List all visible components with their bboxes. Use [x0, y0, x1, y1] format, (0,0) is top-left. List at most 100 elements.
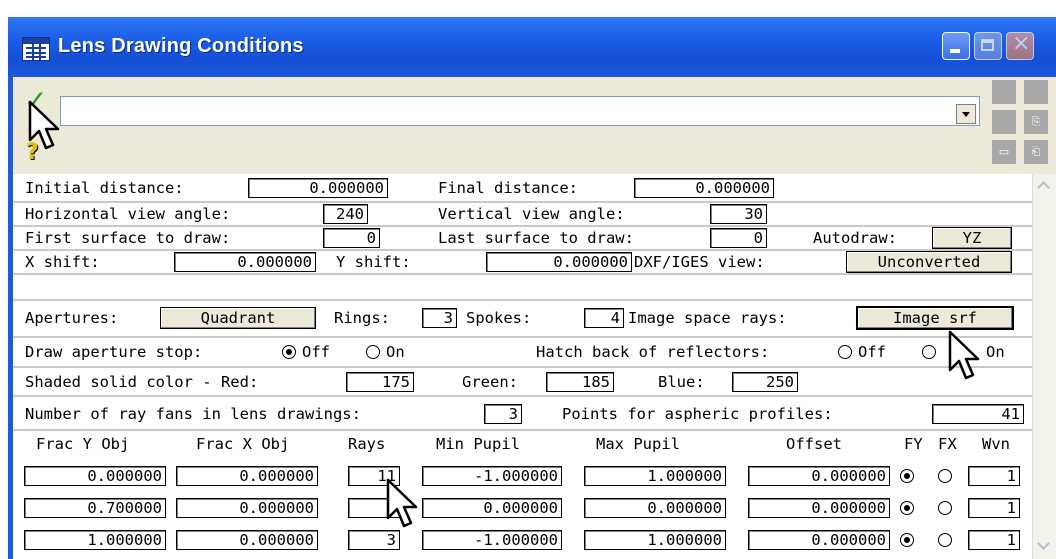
ray-fans-field[interactable]: 3 [484, 404, 522, 424]
hatch-off-radio[interactable] [838, 345, 852, 359]
title-bar[interactable]: Lens Drawing Conditions × [8, 17, 1056, 77]
maximize-button[interactable] [974, 32, 1002, 60]
row3-frac-y-obj[interactable]: 1.000000 [24, 530, 166, 550]
paste-icon[interactable]: ⎗ [1024, 140, 1048, 164]
hatch-reflectors-label: Hatch back of reflectors: [536, 343, 770, 361]
row3-min-pupil[interactable]: -1.000000 [422, 530, 562, 550]
toolbar-tile[interactable] [992, 110, 1016, 134]
maximize-icon [981, 39, 994, 51]
y-shift-field[interactable]: 0.000000 [486, 252, 632, 272]
apertures-button[interactable]: Quadrant [160, 307, 316, 329]
vertical-scrollbar[interactable] [1032, 174, 1056, 559]
row-separator [13, 225, 1032, 227]
toolbar-tile[interactable] [1024, 80, 1048, 104]
chevron-down-icon[interactable] [1034, 537, 1054, 555]
row3-max-pupil[interactable]: 1.000000 [584, 530, 726, 550]
dxf-iges-view-button[interactable]: Unconverted [846, 251, 1012, 273]
horizontal-view-angle-field[interactable]: 240 [323, 204, 368, 224]
row2-frac-y-obj[interactable]: 0.700000 [24, 498, 166, 518]
last-surface-field[interactable]: 0 [710, 228, 767, 248]
row3-fx-radio[interactable] [938, 533, 952, 547]
close-button[interactable]: × [1006, 31, 1034, 60]
row3-rays[interactable]: 3 [348, 530, 400, 550]
row1-min-pupil[interactable]: -1.000000 [422, 466, 562, 486]
header-rays: Rays [348, 435, 386, 453]
header-fy: FY [904, 435, 923, 453]
header-fx: FX [938, 435, 957, 453]
mouse-cursor-icon [386, 478, 420, 530]
row1-fx-radio[interactable] [938, 469, 952, 483]
aperture-stop-off-radio[interactable] [282, 345, 296, 359]
first-surface-label: First surface to draw: [25, 229, 231, 247]
mouse-cursor-icon [28, 100, 62, 152]
horizontal-view-angle-label: Horizontal view angle: [25, 205, 231, 223]
row3-offset[interactable]: 0.000000 [748, 530, 890, 550]
row2-fy-radio[interactable] [900, 501, 914, 515]
row1-offset[interactable]: 0.000000 [748, 466, 890, 486]
row-separator [13, 201, 1032, 203]
row2-wvn[interactable]: 1 [968, 498, 1020, 518]
row-separator [13, 429, 1032, 431]
x-shift-field[interactable]: 0.000000 [174, 252, 316, 272]
aspheric-points-label: Points for aspheric profiles: [562, 405, 833, 423]
command-input[interactable] [60, 96, 980, 126]
header-frac-y-obj: Frac Y Obj [36, 435, 130, 453]
apertures-label: Apertures: [25, 309, 119, 327]
ray-fans-label: Number of ray fans in lens drawings: [25, 405, 361, 423]
row3-frac-x-obj[interactable]: 0.000000 [176, 530, 318, 550]
hatch-off-label: Off [858, 343, 886, 361]
vertical-view-angle-label: Vertical view angle: [438, 205, 625, 223]
vertical-view-angle-field[interactable]: 30 [710, 204, 767, 224]
red-field[interactable]: 175 [346, 372, 414, 392]
row1-frac-y-obj[interactable]: 0.000000 [24, 466, 166, 486]
first-surface-field[interactable]: 0 [323, 228, 380, 248]
row2-min-pupil[interactable]: 0.000000 [422, 498, 562, 518]
chevron-up-icon[interactable] [1034, 178, 1054, 196]
minimize-button[interactable] [942, 32, 970, 60]
mouse-cursor-icon [948, 330, 982, 382]
row2-offset[interactable]: 0.000000 [748, 498, 890, 518]
header-wvn: Wvn [982, 435, 1010, 453]
toolbar-tile[interactable] [992, 80, 1016, 104]
image-space-rays-label: Image space rays: [628, 309, 787, 327]
spokes-field[interactable]: 4 [584, 308, 624, 328]
aspheric-points-field[interactable]: 41 [932, 404, 1024, 424]
autodraw-button[interactable]: YZ [932, 227, 1012, 249]
row1-max-pupil[interactable]: 1.000000 [584, 466, 726, 486]
row2-fx-radio[interactable] [938, 501, 952, 515]
window-title: Lens Drawing Conditions [58, 35, 304, 57]
image-space-rays-button[interactable]: Image srf [856, 306, 1014, 330]
row1-fy-radio[interactable] [900, 469, 914, 483]
hatch-on-radio[interactable] [922, 345, 936, 359]
last-surface-label: Last surface to draw: [438, 229, 634, 247]
keyboard-icon[interactable]: ▭ [992, 140, 1016, 164]
aperture-stop-off-label: Off [302, 343, 330, 361]
blue-field[interactable]: 250 [732, 372, 798, 392]
copy-icon[interactable]: ⎘ [1024, 110, 1048, 134]
row-separator [13, 366, 1032, 368]
header-min-pupil: Min Pupil [436, 435, 520, 453]
final-distance-field[interactable]: 0.000000 [634, 178, 774, 198]
row3-wvn[interactable]: 1 [968, 530, 1020, 550]
hatch-on-label: On [986, 343, 1005, 361]
initial-distance-label: Initial distance: [25, 179, 184, 197]
green-field[interactable]: 185 [546, 372, 614, 392]
shaded-red-label: Shaded solid color - Red: [25, 373, 259, 391]
draw-aperture-stop-label: Draw aperture stop: [25, 343, 203, 361]
dxf-iges-view-label: DXF/IGES view: [634, 253, 765, 271]
row2-frac-x-obj[interactable]: 0.000000 [176, 498, 318, 518]
header-offset: Offset [786, 435, 842, 453]
row1-wvn[interactable]: 1 [968, 466, 1020, 486]
rings-field[interactable]: 3 [422, 308, 457, 328]
green-label: Green: [462, 373, 518, 391]
row2-max-pupil[interactable]: 0.000000 [584, 498, 726, 518]
initial-distance-field[interactable]: 0.000000 [248, 178, 388, 198]
chevron-down-icon[interactable] [956, 104, 976, 124]
autodraw-label: Autodraw: [813, 229, 897, 247]
row-separator [13, 336, 1032, 338]
aperture-stop-on-radio[interactable] [366, 345, 380, 359]
row1-frac-x-obj[interactable]: 0.000000 [176, 466, 318, 486]
row3-fy-radio[interactable] [900, 533, 914, 547]
rings-label: Rings: [334, 309, 390, 327]
row-separator [13, 299, 1032, 301]
